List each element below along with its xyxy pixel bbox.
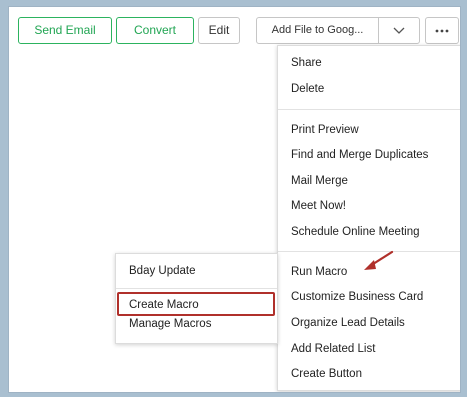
menu-item-organize-lead-details[interactable]: Organize Lead Details <box>278 312 405 334</box>
menu-item-add-related-list[interactable]: Add Related List <box>278 338 375 360</box>
submenu-divider <box>116 288 277 289</box>
macro-item-manage-macros[interactable]: Manage Macros <box>116 313 211 335</box>
send-email-button[interactable]: Send Email <box>18 17 112 44</box>
menu-item-meet-now[interactable]: Meet Now! <box>278 195 346 217</box>
chevron-down-icon[interactable] <box>379 18 419 43</box>
toolbar: Send Email Convert Edit Add File to Goog… <box>9 7 460 47</box>
macro-item-bday-update[interactable]: Bday Update <box>116 260 196 282</box>
more-actions-menu: Share Delete Print Preview Find and Merg… <box>277 45 460 391</box>
app-frame: Send Email Convert Edit Add File to Goog… <box>8 6 461 393</box>
annotation-arrow-icon <box>364 250 394 270</box>
create-macro-highlight <box>117 292 275 316</box>
menu-item-mail-merge[interactable]: Mail Merge <box>278 170 348 192</box>
menu-item-find-merge-duplicates[interactable]: Find and Merge Duplicates <box>278 144 428 166</box>
menu-item-run-macro[interactable]: Run Macro <box>278 261 347 283</box>
add-file-button[interactable]: Add File to Goog... <box>257 18 378 43</box>
menu-item-delete[interactable]: Delete <box>278 78 324 100</box>
more-actions-button[interactable] <box>425 17 459 44</box>
edit-button[interactable]: Edit <box>198 17 240 44</box>
menu-item-create-button[interactable]: Create Button <box>278 363 362 385</box>
menu-divider <box>278 109 460 110</box>
menu-item-print-preview[interactable]: Print Preview <box>278 119 359 141</box>
menu-item-share[interactable]: Share <box>278 52 322 74</box>
menu-item-customize-business-card[interactable]: Customize Business Card <box>278 286 423 308</box>
add-file-split-button: Add File to Goog... <box>256 17 420 44</box>
convert-button[interactable]: Convert <box>116 17 194 44</box>
menu-item-schedule-online-meeting[interactable]: Schedule Online Meeting <box>278 221 420 243</box>
ellipsis-icon <box>426 18 458 43</box>
